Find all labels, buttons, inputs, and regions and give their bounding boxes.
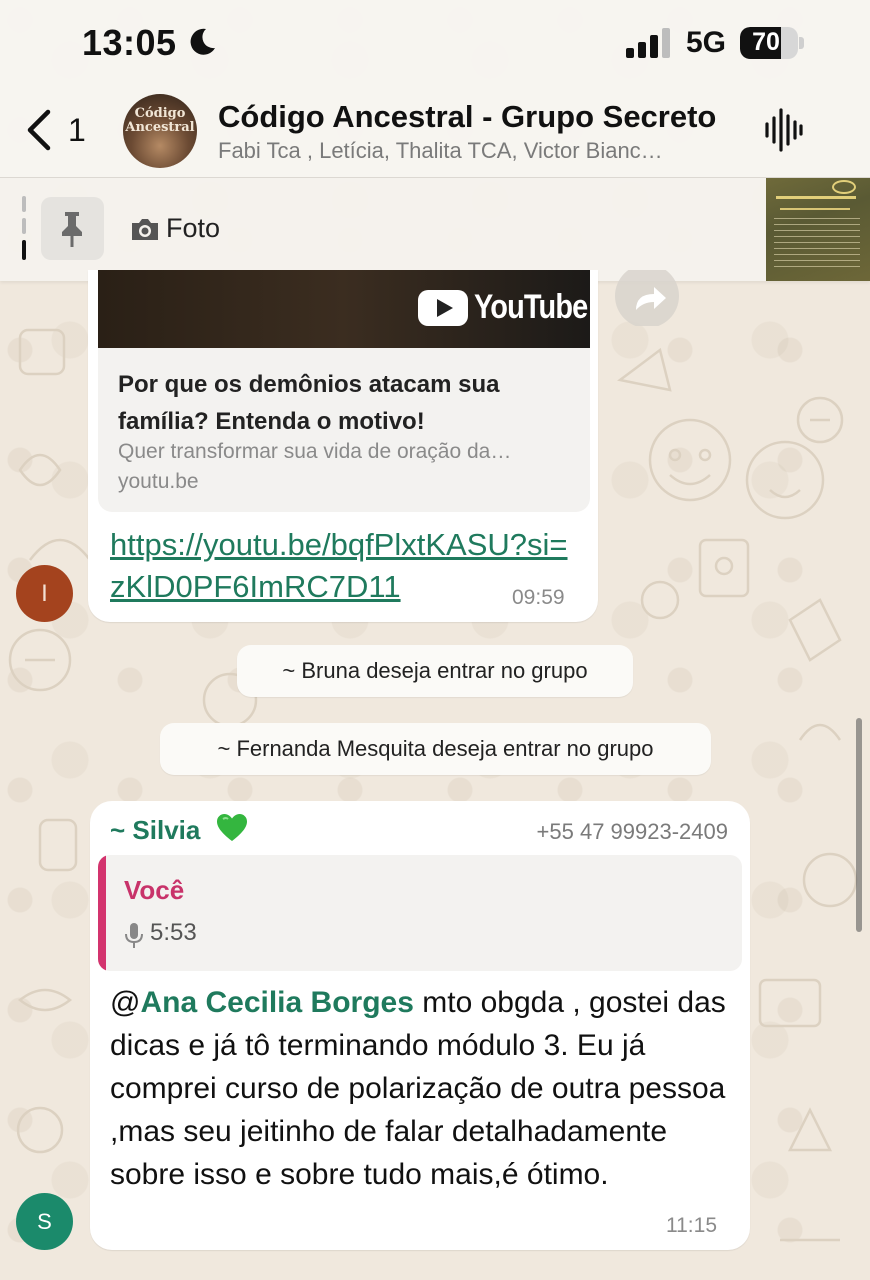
pin-button[interactable] — [41, 197, 104, 260]
forward-icon[interactable] — [614, 270, 680, 326]
link-preview-title: Por que os demônios atacam sua família? … — [118, 371, 500, 435]
network-type: 5G — [686, 26, 727, 59]
audio-wave-icon[interactable] — [764, 108, 804, 152]
quoted-message[interactable]: Você 5:53 — [98, 855, 742, 971]
message-bubble-link[interactable]: YouTube Por que os demônios atacam sua f… — [88, 270, 598, 622]
group-avatar[interactable]: Código Ancestral — [123, 94, 197, 168]
scrollbar[interactable] — [856, 718, 862, 932]
quoted-sender: Você — [124, 875, 185, 905]
sender-avatar[interactable]: I — [16, 565, 73, 622]
sender-name[interactable]: ~ Silvia — [110, 815, 200, 846]
moon-icon — [190, 28, 215, 55]
link-preview-description: Quer transformar sua vida de oração da… — [118, 440, 512, 463]
status-bar: 13:05 5G 70 — [0, 0, 870, 88]
group-members[interactable]: Fabi Tca , Letícia, Thalita TCA, Victor … — [218, 138, 738, 164]
link-preview-domain: youtu.be — [118, 470, 199, 493]
sender-avatar[interactable]: S — [16, 1193, 73, 1250]
pin-icon — [62, 212, 82, 247]
pinned-label: Foto — [166, 213, 221, 243]
message-text: @Ana Cecilia Borges mto obgda , gostei d… — [110, 986, 726, 1191]
green-heart-icon — [217, 814, 247, 841]
link-preview-card[interactable]: Por que os demônios atacam sua família? … — [98, 348, 590, 512]
pinned-thumbnail[interactable] — [766, 178, 870, 281]
pinned-message-bar[interactable]: Foto — [0, 178, 870, 281]
pinned-position-indicator — [22, 196, 26, 260]
mention-link[interactable]: Ana Cecilia Borges — [140, 986, 413, 1019]
back-unread-count[interactable]: 1 — [68, 112, 86, 149]
camera-icon — [132, 219, 158, 240]
quoted-audio-duration: 5:53 — [150, 919, 197, 946]
youtube-logo-icon: YouTube — [418, 288, 588, 332]
battery-level: 70 — [752, 28, 780, 56]
microphone-icon — [125, 923, 143, 948]
link-preview-image[interactable]: YouTube — [98, 270, 590, 348]
message-link-url[interactable]: https://youtu.be/bqfPlxtKASU?si=zKlD0PF6… — [110, 524, 580, 608]
system-message: ~ Bruna deseja entrar no grupo — [237, 645, 633, 697]
back-chevron-icon[interactable] — [22, 108, 56, 152]
sender-phone: +55 47 99923-2409 — [536, 819, 728, 844]
chat-header: 1 Código Ancestral Código Ancestral - Gr… — [0, 88, 870, 178]
battery-icon: 70 — [740, 27, 804, 59]
group-title[interactable]: Código Ancestral - Grupo Secreto — [218, 99, 716, 135]
message-time: 09:59 — [512, 586, 565, 609]
message-time: 11:15 — [666, 1214, 717, 1237]
message-bubble-text[interactable]: ~ Silvia +55 47 99923-2409 Você 5:53 @An… — [90, 801, 750, 1250]
status-time: 13:05 — [82, 22, 177, 63]
signal-icon — [626, 28, 670, 58]
system-message: ~ Fernanda Mesquita deseja entrar no gru… — [160, 723, 711, 775]
